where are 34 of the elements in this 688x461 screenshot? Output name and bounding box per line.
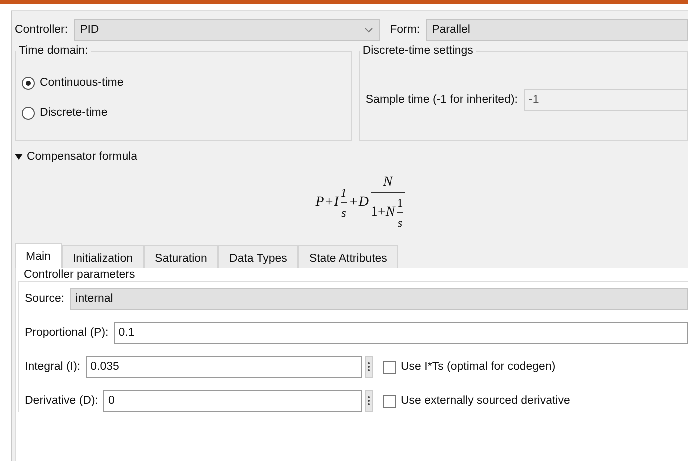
more-options-icon[interactable] bbox=[365, 356, 373, 378]
group-title: Discrete-time settings bbox=[362, 45, 474, 57]
tab[interactable]: Data Types bbox=[218, 245, 298, 268]
form-label: Form: bbox=[390, 24, 420, 36]
section-title: Compensator formula bbox=[27, 151, 138, 163]
expand-triangle-icon[interactable] bbox=[15, 154, 23, 160]
parameter-field[interactable]: 0.035 bbox=[86, 356, 362, 378]
source-label: Source: bbox=[25, 293, 65, 305]
radio-label: Discrete-time bbox=[40, 107, 108, 119]
tab[interactable]: State Attributes bbox=[298, 245, 398, 268]
parameter-label: Derivative (D): bbox=[25, 395, 98, 407]
group-title: Controller parameters bbox=[24, 268, 136, 281]
group-title: Time domain: bbox=[18, 45, 90, 57]
controller-label: Controller: bbox=[15, 24, 68, 36]
chevron-down-icon bbox=[365, 28, 374, 32]
tab[interactable]: Saturation bbox=[144, 245, 218, 268]
parameter-label: Integral (I): bbox=[25, 361, 81, 373]
more-options-icon[interactable] bbox=[365, 390, 373, 412]
radio-button[interactable] bbox=[22, 106, 35, 120]
radio-label: Continuous-time bbox=[40, 77, 124, 89]
sample-time-label: Sample time (-1 for inherited): bbox=[366, 94, 518, 106]
source-dropdown[interactable]: internal bbox=[70, 288, 688, 310]
checkbox[interactable] bbox=[383, 394, 396, 408]
checkbox-label: Use I*Ts (optimal for codegen) bbox=[401, 361, 556, 373]
tab[interactable]: Initialization bbox=[62, 245, 144, 268]
controller-dropdown[interactable]: PID bbox=[74, 19, 380, 41]
checkbox-label: Use externally sourced derivative bbox=[401, 395, 570, 407]
parameter-label: Proportional (P): bbox=[25, 327, 109, 339]
checkbox[interactable] bbox=[383, 360, 396, 374]
tab[interactable]: Main bbox=[15, 243, 62, 268]
parameter-field[interactable]: 0.1 bbox=[114, 322, 688, 344]
radio-button[interactable] bbox=[22, 76, 35, 90]
form-dropdown[interactable]: Parallel bbox=[426, 19, 688, 41]
parameter-field[interactable]: 0 bbox=[103, 390, 362, 412]
